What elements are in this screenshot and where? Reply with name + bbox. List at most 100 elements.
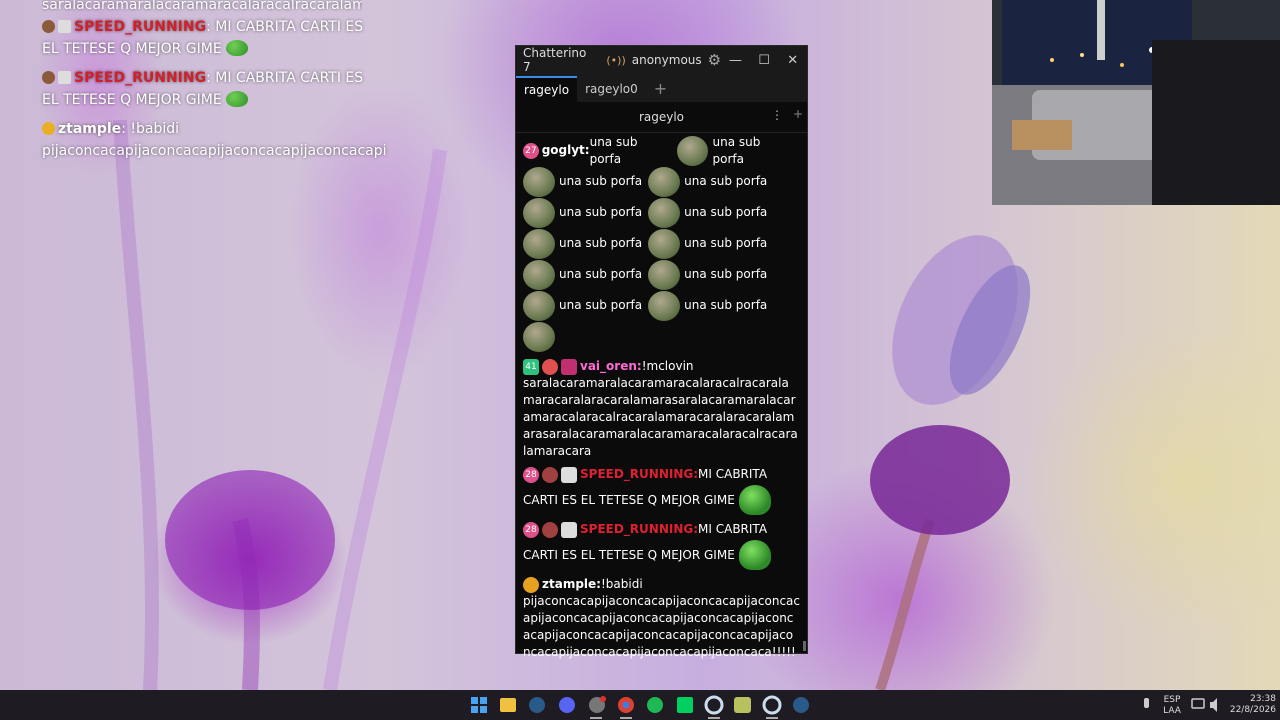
sub-badge: 41 [523, 358, 539, 375]
overlay-message: ztample: !babidi pijaconcacapijaconcacap… [42, 118, 387, 162]
clock-time: 23:38 [1250, 694, 1276, 704]
chat-text: MI CABRITA [698, 522, 768, 536]
chat-message: ztample: !babidi pijaconcacapijaconcacap… [523, 576, 800, 661]
gear-icon[interactable]: ⚙ [708, 51, 721, 69]
badge-icon [58, 20, 71, 33]
overlay-message: SPEED_RUNNING: MI CABRITA CARTI ES EL TE… [42, 67, 372, 111]
add-tab-button[interactable]: + [646, 76, 675, 102]
overlay-username: SPEED_RUNNING [74, 19, 207, 35]
maximize-button[interactable]: ☐ [750, 53, 779, 68]
chatterino-icon[interactable] [704, 695, 724, 715]
file-explorer-icon[interactable] [500, 698, 516, 712]
chat-text: una sub porfa [684, 267, 768, 281]
chat-text: una sub porfa [559, 174, 643, 188]
sub-badge: 28 [523, 521, 539, 538]
kick-icon[interactable] [677, 697, 693, 713]
badge-icon [561, 358, 577, 375]
frog-emote-icon [225, 40, 248, 56]
title-bar: Chatterino 7 (•)) anonymous ⚙ — ☐ ✕ [516, 46, 807, 74]
clock[interactable]: 23:38 22/8/2026 [1226, 694, 1276, 716]
frog-emote-icon [225, 91, 248, 107]
pepe-emote-icon [523, 228, 555, 259]
tab-bar: rageylo rageylo0 + [516, 74, 807, 102]
steam-icon[interactable] [529, 697, 545, 713]
badge-icon [542, 521, 558, 538]
overlay-text: EL TETESE Q MEJOR GIME [42, 92, 222, 108]
badge-icon [42, 20, 55, 33]
overlay-text: : MI CABRITA CARTI ES [206, 19, 364, 35]
pepe-emote-icon [648, 290, 681, 321]
badge-icon [42, 122, 55, 135]
badge-icon [561, 521, 577, 538]
chat-username[interactable]: vai_oren: [580, 358, 642, 375]
pepe-emote-icon [523, 290, 555, 321]
webcam-feed [992, 0, 1280, 205]
chat-message-continued: una sub porfa una sub porfa [523, 290, 800, 321]
chat-message: 41 vai_oren: !mclovin saralacaramaralaca… [523, 358, 800, 460]
pepe-emote-icon [523, 259, 555, 290]
overlay-message: SPEED_RUNNING: MI CABRITA CARTI ES EL TE… [42, 16, 372, 60]
pepe-emote-icon [523, 321, 555, 352]
chat-text: una sub porfa [559, 236, 643, 250]
overlay-username: ztample [58, 121, 122, 137]
chat-username[interactable]: goglyt: [542, 142, 590, 159]
language-indicator[interactable]: ESP LAA [1160, 695, 1184, 717]
clock-date: 22/8/2026 [1229, 705, 1276, 715]
spotify-icon[interactable] [647, 697, 663, 713]
live-status-icon[interactable]: (•)) [606, 54, 625, 67]
chatterino-icon[interactable] [762, 695, 782, 715]
scrollbar[interactable] [803, 641, 806, 651]
frog-emote-icon [738, 540, 771, 570]
pepe-emote-icon [523, 197, 555, 228]
webcam-image [992, 0, 1280, 205]
chat-text: pijaconcacapijaconcacapijaconcacapijacon… [523, 594, 800, 659]
overlay-text: : !babidi [121, 121, 180, 137]
pepe-emote-icon [648, 259, 681, 290]
add-split-button[interactable]: + [793, 107, 803, 121]
chat-message: 28 SPEED_RUNNING: MI CABRITA CARTI ES EL… [523, 466, 800, 517]
volume-icon[interactable] [1210, 698, 1217, 712]
sub-badge: 27 [523, 142, 539, 159]
frog-emote-icon [738, 485, 771, 515]
network-icon[interactable] [1191, 698, 1205, 709]
tab-rageylo[interactable]: rageylo [516, 76, 578, 102]
chat-text: una sub porfa [712, 134, 761, 166]
stream-chat-overlay: saralacaramaralacaramaracalaracalracaral… [42, 0, 387, 162]
chat-text: una sub porfa [589, 134, 638, 166]
account-switcher[interactable]: anonymous [632, 53, 702, 67]
minimize-button[interactable]: — [721, 53, 750, 68]
channel-header: rageylo ⋮ + [516, 102, 807, 133]
tab-rageylo0[interactable]: rageylo0 [577, 76, 646, 102]
microphone-icon[interactable] [1144, 698, 1149, 708]
pepe-emote-icon [523, 166, 555, 197]
chat-message-continued: una sub porfa una sub porfa [523, 166, 800, 197]
language-code: ESP [1163, 695, 1181, 705]
badge-icon [523, 576, 539, 593]
close-button[interactable]: ✕ [778, 53, 807, 68]
windows-start-icon[interactable] [471, 697, 487, 713]
chat-text: !mclovin [641, 359, 694, 373]
overlay-message-fragment: saralacaramaralacaramaracalaracalracaral… [42, 0, 362, 13]
steam-icon[interactable] [793, 697, 809, 713]
taskbar-icons [471, 695, 1217, 719]
chat-text: una sub porfa [559, 205, 643, 219]
chat-text: CARTI ES EL TETESE Q MEJOR GIME [523, 492, 735, 507]
overlay-username: SPEED_RUNNING [74, 70, 207, 86]
chat-username[interactable]: ztample: [542, 576, 601, 593]
app-icon[interactable] [734, 697, 751, 713]
chat-messages[interactable]: 27 goglyt: una sub porfa una sub porfa u… [516, 133, 807, 663]
chat-username[interactable]: SPEED_RUNNING: [580, 466, 698, 483]
badge-icon [58, 71, 71, 84]
badge-icon [42, 71, 55, 84]
channel-name[interactable]: rageylo [516, 110, 807, 124]
sub-badge: 28 [523, 466, 539, 483]
pepe-emote-icon [648, 166, 681, 197]
chat-text: una sub porfa [559, 298, 643, 312]
pepe-emote-icon [648, 197, 681, 228]
discord-icon[interactable] [559, 697, 575, 713]
split-menu-button[interactable]: ⋮ [771, 108, 783, 122]
chat-username[interactable]: SPEED_RUNNING: [580, 521, 698, 538]
chat-message-continued: una sub porfa una sub porfa [523, 228, 800, 259]
chat-message-continued: una sub porfa una sub porfa [523, 197, 800, 228]
chat-message: 27 goglyt: una sub porfa una sub porfa [523, 135, 800, 166]
